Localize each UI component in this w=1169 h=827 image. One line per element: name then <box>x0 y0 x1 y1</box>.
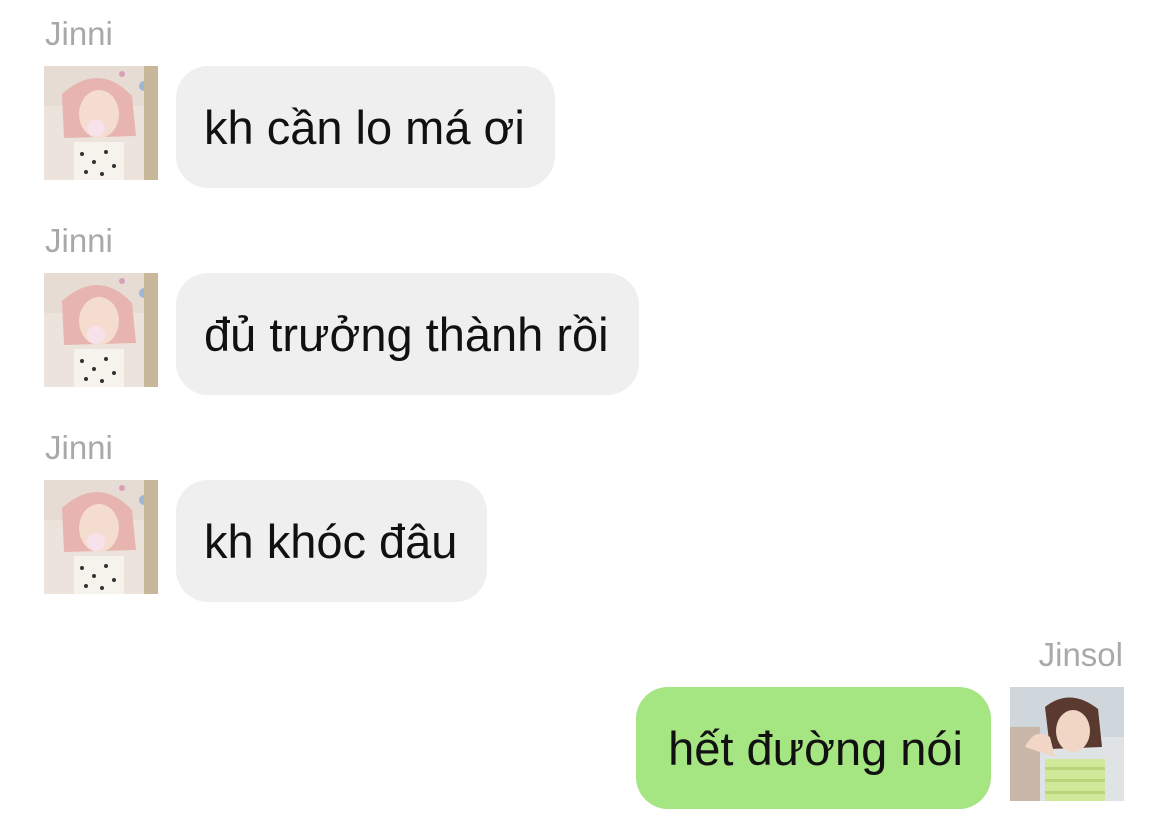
message-text: kh khóc đâu <box>204 514 458 568</box>
avatar-jinni-photo <box>44 273 158 387</box>
message-bubble[interactable]: đủ trưởng thành rồi <box>176 273 639 395</box>
message-text: kh cần lo má ơi <box>204 100 525 154</box>
message-bubble[interactable]: kh cần lo má ơi <box>176 66 555 188</box>
avatar-jinsol[interactable] <box>1010 687 1124 801</box>
sender-name: Jinni <box>45 15 113 52</box>
avatar-jinni[interactable] <box>44 273 158 387</box>
message-bubble[interactable]: kh khóc đâu <box>176 480 488 602</box>
avatar-jinni[interactable] <box>44 480 158 594</box>
message-bubble[interactable]: hết đường nói <box>636 687 991 809</box>
avatar-jinni-photo <box>44 480 158 594</box>
message-text: hết đường nói <box>668 721 963 775</box>
message-text: đủ trưởng thành rồi <box>204 307 609 361</box>
avatar-jinsol-photo <box>1010 687 1124 801</box>
avatar-jinni[interactable] <box>44 66 158 180</box>
sender-name: Jinsol <box>1038 636 1123 673</box>
avatar-jinni-photo <box>44 66 158 180</box>
sender-name: Jinni <box>45 429 113 466</box>
sender-name: Jinni <box>45 222 113 259</box>
